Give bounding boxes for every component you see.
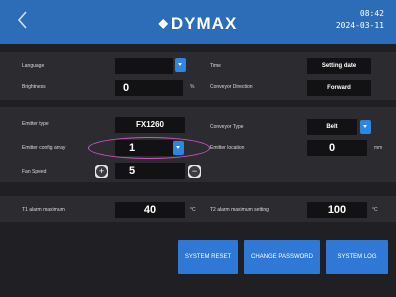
clock: 08:42 2024-03-11 — [336, 8, 384, 32]
brightness-label: Brightness — [22, 84, 46, 90]
language-label: Language — [22, 63, 45, 69]
conveyor-type-label: Conveyor Type — [210, 124, 244, 130]
conveyor-type-select[interactable]: Belt — [307, 119, 357, 135]
t1-alarm-input[interactable]: 40 — [115, 202, 185, 218]
system-log-button[interactable]: SYSTEM LOG — [326, 240, 388, 274]
conveyor-type-dropdown-icon[interactable] — [360, 120, 371, 134]
language-dropdown-icon[interactable] — [175, 58, 186, 72]
fan-speed-increase-button[interactable]: + — [95, 165, 108, 178]
clock-time: 08:42 — [359, 9, 384, 18]
clock-date: 2024-03-11 — [335, 21, 384, 30]
settings-screen: ◆ DYMAX 08:42 2024-03-11 Language Brightn… — [0, 0, 396, 297]
logo-mark-icon: ◆ — [158, 16, 169, 30]
emitter-config-label: Emitter config array — [22, 145, 66, 151]
emitter-config-highlight — [88, 137, 210, 159]
emitter-location-unit: mm — [374, 145, 383, 151]
header-bar: ◆ DYMAX 08:42 2024-03-11 — [0, 0, 396, 44]
time-field[interactable]: Setting date — [307, 58, 371, 74]
brightness-input[interactable]: 0 — [115, 80, 183, 96]
change-password-button[interactable]: CHANGE PASSWORD — [244, 240, 320, 274]
time-label: Time — [210, 63, 221, 69]
t2-alarm-label: T2 alarm maximum setting — [210, 207, 269, 213]
fan-speed-label: Fan Speed — [22, 169, 47, 175]
emitter-location-input[interactable]: 0 — [307, 140, 367, 156]
emitter-location-label: Emitter location — [210, 145, 245, 151]
logo-text: DYMAX — [170, 14, 238, 33]
t1-alarm-label: T1 alarm maximum — [22, 207, 65, 213]
language-select[interactable] — [115, 58, 173, 74]
conveyor-direction-label: Conveyor Direction — [210, 84, 253, 90]
fan-speed-input[interactable]: 5 — [115, 163, 185, 179]
t2-alarm-unit: °C — [372, 207, 378, 213]
fan-speed-decrease-button[interactable]: − — [188, 165, 201, 178]
plus-icon: + — [96, 166, 107, 177]
minus-icon: − — [189, 166, 200, 177]
t1-alarm-unit: °C — [190, 207, 196, 213]
emitter-type-field[interactable]: FX1260 — [115, 117, 185, 133]
t2-alarm-input[interactable]: 100 — [307, 202, 367, 218]
brightness-unit: % — [190, 84, 195, 90]
emitter-type-label: Emitter type — [22, 121, 49, 127]
system-reset-button[interactable]: SYSTEM RESET — [178, 240, 238, 274]
conveyor-direction-select[interactable]: Forward — [307, 80, 371, 96]
